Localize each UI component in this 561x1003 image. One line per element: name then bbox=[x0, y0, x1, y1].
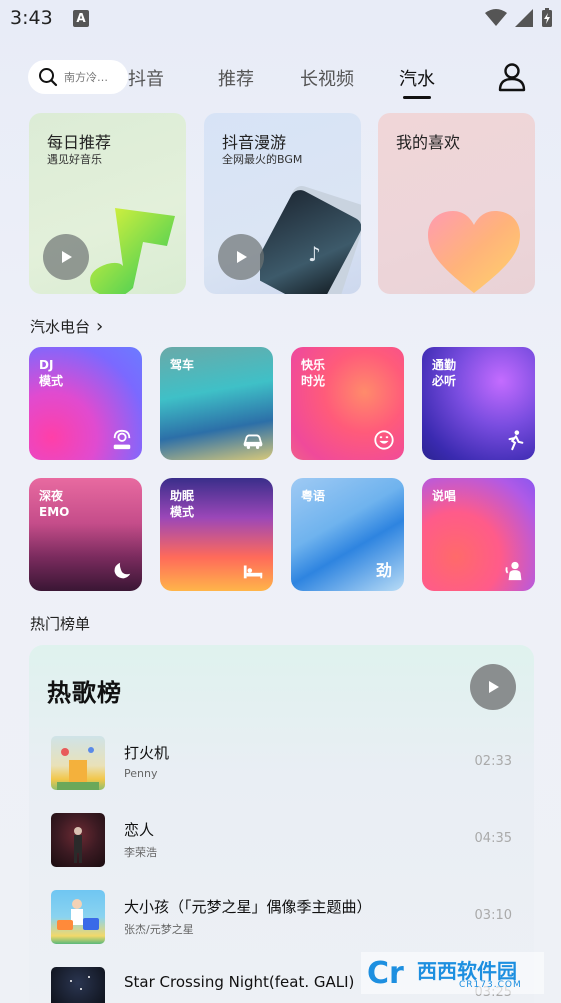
search-placeholder: 南方冷… bbox=[64, 71, 108, 84]
top-nav: 南方冷… 抖音 推荐 长视频 汽水 bbox=[0, 58, 561, 102]
song-artist: 张杰/元梦之星 bbox=[124, 923, 194, 936]
radio-tile-emo[interactable]: 深夜 EMO bbox=[29, 478, 142, 591]
song-artist: 李荣浩 bbox=[124, 846, 157, 859]
battery-icon bbox=[542, 8, 552, 27]
cover-art bbox=[57, 747, 99, 790]
car-icon bbox=[243, 434, 263, 449]
heart-icon bbox=[428, 211, 520, 293]
my-favorites-card[interactable]: 我的喜欢 bbox=[378, 113, 535, 294]
wifi-icon bbox=[485, 9, 507, 26]
music-note-art bbox=[90, 208, 175, 294]
bed-icon bbox=[243, 565, 263, 579]
radio-label: 说唱 bbox=[432, 489, 457, 503]
chart-title: 热歌榜 bbox=[47, 679, 122, 707]
tab-qishui[interactable]: 汽水 bbox=[399, 65, 435, 91]
card-title: 抖音漫游 bbox=[222, 133, 287, 152]
song-title: 恋人 bbox=[124, 821, 155, 839]
radio-tile-sleep[interactable]: 助眠 模式 bbox=[160, 478, 273, 591]
song-duration: 03:10 bbox=[474, 908, 512, 923]
radio-label: DJ 模式 bbox=[39, 358, 64, 388]
tab-long-video[interactable]: 长视频 bbox=[300, 65, 354, 91]
hot-section-title: 热门榜单 bbox=[30, 615, 91, 633]
radio-section-header[interactable]: 汽水电台 › bbox=[30, 316, 103, 337]
radio-label: 驾车 bbox=[170, 358, 195, 372]
play-icon bbox=[237, 251, 247, 263]
tab-douyin[interactable]: 抖音 bbox=[128, 65, 164, 91]
signal-icon bbox=[515, 9, 533, 27]
radio-tile-dj[interactable]: DJ 模式 bbox=[29, 347, 142, 460]
section-title: 汽水电台 bbox=[30, 318, 91, 336]
active-tab-indicator bbox=[403, 96, 431, 99]
notification-a-icon: A bbox=[73, 10, 89, 27]
roam-art: ♪ bbox=[260, 185, 361, 294]
radio-tile-rap[interactable]: 说唱 bbox=[422, 478, 535, 591]
search-icon bbox=[39, 68, 58, 87]
song-title: 打火机 bbox=[124, 744, 170, 762]
play-icon bbox=[489, 681, 499, 693]
play-button[interactable] bbox=[218, 234, 264, 280]
radio-tile-driving[interactable]: 驾车 bbox=[160, 347, 273, 460]
status-time: 3:43 bbox=[10, 7, 53, 29]
song-title: Star Crossing Night(feat. GALI) bbox=[124, 973, 355, 991]
watermark-logo: Cr 西西软件园 CR173.COM bbox=[361, 952, 544, 994]
profile-icon[interactable] bbox=[497, 62, 527, 92]
play-all-button[interactable] bbox=[470, 664, 516, 710]
search-input[interactable]: 南方冷… bbox=[28, 60, 128, 94]
tab-recommend[interactable]: 推荐 bbox=[218, 65, 254, 91]
cantonese-icon: 劲 bbox=[375, 561, 392, 580]
card-subtitle: 全网最火的BGM bbox=[222, 153, 303, 166]
song-row[interactable]: 恋人 李荣浩 04:35 bbox=[51, 813, 521, 869]
card-title: 每日推荐 bbox=[47, 133, 112, 152]
album-cover bbox=[51, 813, 105, 867]
radio-tile-commute[interactable]: 通勤 必听 bbox=[422, 347, 535, 460]
radio-label: 通勤 必听 bbox=[432, 358, 457, 388]
radio-tile-happy[interactable]: 快乐 时光 bbox=[291, 347, 404, 460]
radio-label: 深夜 EMO bbox=[39, 489, 70, 519]
hot-chart-card[interactable]: 热歌榜 打火机 Penny 02:33 恋人 李荣浩 04:35 大小孩（「元梦… bbox=[29, 645, 534, 1003]
walk-icon bbox=[508, 430, 524, 451]
card-title: 我的喜欢 bbox=[396, 133, 461, 152]
song-duration: 02:33 bbox=[474, 754, 512, 769]
song-artist: Penny bbox=[124, 767, 158, 780]
card-subtitle: 遇见好音乐 bbox=[47, 153, 102, 166]
play-icon bbox=[62, 251, 72, 263]
radio-label: 快乐 时光 bbox=[301, 358, 326, 388]
status-icons bbox=[485, 8, 553, 28]
smile-icon bbox=[374, 430, 394, 450]
album-cover bbox=[51, 890, 105, 944]
cover-art bbox=[70, 976, 90, 990]
status-bar: 3:43 A bbox=[0, 0, 561, 38]
song-duration: 04:35 bbox=[474, 831, 512, 846]
svg-text:Cr: Cr bbox=[367, 956, 404, 991]
album-cover bbox=[51, 967, 105, 1003]
album-cover bbox=[51, 736, 105, 790]
rap-icon bbox=[505, 561, 522, 581]
radio-label: 助眠 模式 bbox=[170, 489, 195, 519]
song-row[interactable]: 打火机 Penny 02:33 bbox=[51, 736, 521, 792]
play-button[interactable] bbox=[43, 234, 89, 280]
watermark-url: CR173.COM bbox=[459, 980, 522, 990]
radio-tile-cantonese[interactable]: 粤语 劲 bbox=[291, 478, 404, 591]
song-title: 大小孩（「元梦之星」偶像季主题曲） bbox=[124, 898, 372, 916]
cover-art bbox=[74, 827, 82, 863]
daily-recommend-card[interactable]: 每日推荐 遇见好音乐 bbox=[29, 113, 186, 294]
chevron-right-icon: › bbox=[96, 316, 104, 337]
moon-icon bbox=[114, 562, 131, 579]
dj-icon bbox=[113, 429, 131, 450]
radio-label: 粤语 bbox=[301, 489, 326, 503]
cover-art bbox=[57, 899, 99, 930]
douyin-roam-card[interactable]: ♪ 抖音漫游 全网最火的BGM bbox=[204, 113, 361, 294]
song-row[interactable]: 大小孩（「元梦之星」偶像季主题曲） 张杰/元梦之星 03:10 bbox=[51, 890, 521, 946]
svg-text:♪: ♪ bbox=[308, 242, 321, 266]
